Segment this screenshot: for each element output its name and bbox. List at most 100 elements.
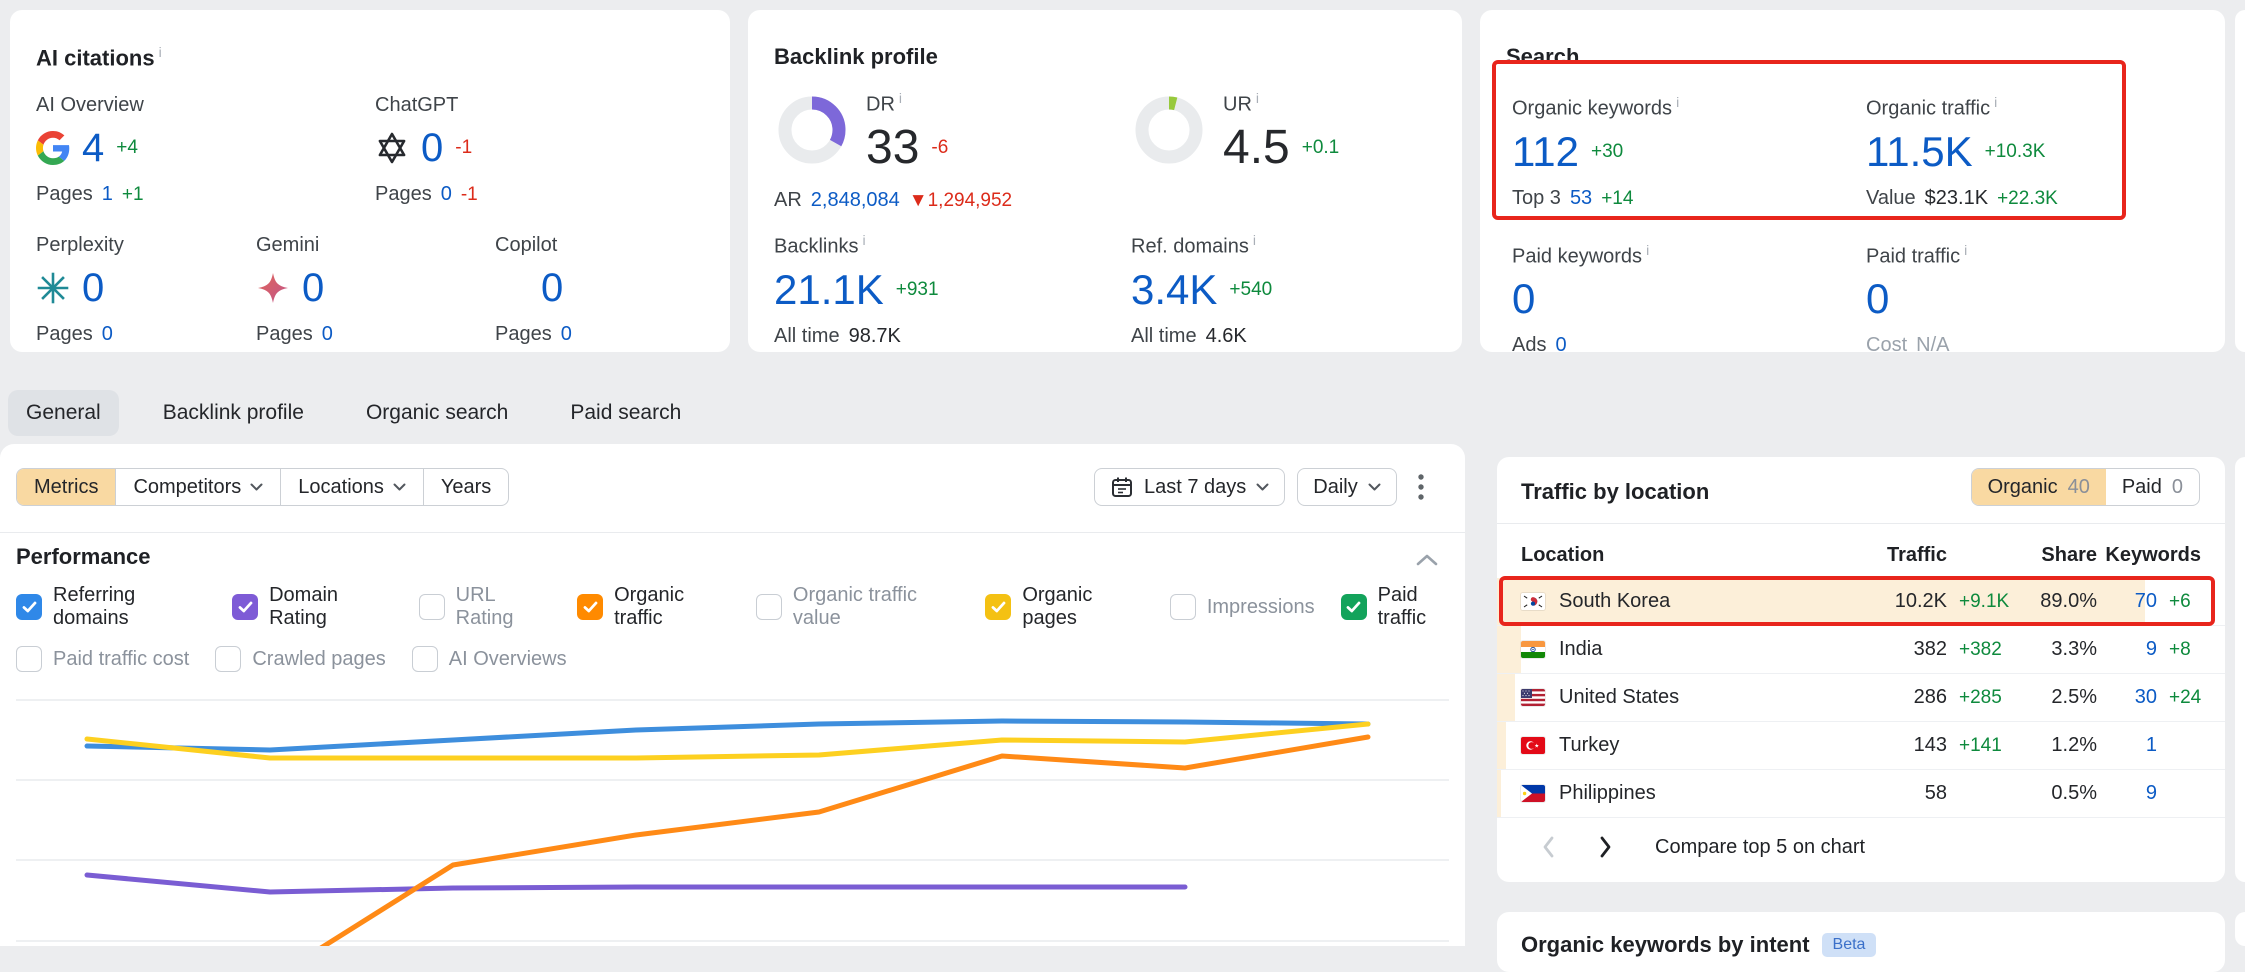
ai-metric-ai-overview: AI Overview4+4Pages1+1	[36, 94, 375, 206]
checkbox-impressions[interactable]: Impressions	[1170, 594, 1315, 620]
checkbox-organic-pages[interactable]: Organic pages	[985, 584, 1143, 630]
checkbox-box[interactable]	[215, 646, 241, 672]
beta-badge: Beta	[1822, 933, 1877, 957]
citations-count[interactable]: 4	[82, 126, 104, 171]
metric-value[interactable]: 0	[1866, 275, 1889, 323]
years-dropdown[interactable]: Years	[423, 469, 508, 505]
metric-label: Organic traffici	[1866, 94, 2058, 121]
toggle-count: 0	[2172, 476, 2183, 499]
checkbox-box[interactable]	[232, 594, 258, 620]
keywords-change: +8	[2157, 639, 2201, 661]
location-row-philippines[interactable]: Philippines580.5%9	[1497, 770, 2225, 818]
checkbox-label: Impressions	[1207, 596, 1315, 619]
keywords-count[interactable]: 1	[2097, 734, 2157, 757]
location-row-united-states[interactable]: United States286+2852.5%30+24	[1497, 674, 2225, 722]
pages-change: -1	[461, 184, 478, 206]
checkbox-box[interactable]	[16, 646, 42, 672]
checkbox-organic-traffic[interactable]: Organic traffic	[577, 584, 730, 630]
checkbox-box[interactable]	[1170, 594, 1196, 620]
search-metrics-grid: Organic keywordsi112+30Top 353+14Organic…	[1512, 94, 2058, 357]
location-table-header: LocationTrafficShareKeywords	[1521, 537, 2201, 573]
keywords-count[interactable]: 70	[2097, 590, 2157, 613]
pages-count[interactable]: 1	[102, 183, 113, 206]
col-keywords: Keywords	[2097, 544, 2201, 567]
checkmark-icon	[991, 601, 1006, 613]
more-options-button[interactable]	[1409, 468, 1433, 506]
share-value: 3.3%	[2007, 638, 2097, 661]
granularity-button[interactable]: Daily	[1297, 468, 1396, 506]
checkbox-box[interactable]	[985, 594, 1011, 620]
checkbox-box[interactable]	[756, 594, 782, 620]
metrics-segmented-control: MetricsCompetitorsLocationsYears	[16, 468, 509, 506]
pages-count[interactable]: 0	[561, 323, 572, 346]
backlinks-value[interactable]: 21.1K	[774, 266, 884, 314]
checkbox-box[interactable]	[412, 646, 438, 672]
citations-count[interactable]: 0	[302, 266, 324, 311]
checkbox-box[interactable]	[419, 594, 445, 620]
checkbox-domain-rating[interactable]: Domain Rating	[232, 584, 393, 630]
share-value: 0.5%	[2007, 782, 2097, 805]
location-row-south-korea[interactable]: South Korea10.2K+9.1K89.0%70+6	[1497, 578, 2225, 626]
checkbox-crawled-pages[interactable]: Crawled pages	[215, 646, 385, 672]
ahrefs-rank-value[interactable]: 2,848,084	[811, 189, 900, 212]
citations-count[interactable]: 0	[421, 126, 443, 171]
competitors-dropdown[interactable]: Competitors	[115, 469, 280, 505]
sub-value[interactable]: 0	[1555, 334, 1566, 357]
search-metric-organic-traffic: Organic traffici11.5K+10.3KValue$23.1K+2…	[1866, 94, 2058, 210]
overview-panel: MetricsCompetitorsLocationsYears Last 7 …	[0, 444, 1465, 946]
checkbox-box[interactable]	[16, 594, 42, 620]
checkmark-icon	[238, 601, 253, 613]
info-icon: i	[1253, 232, 1256, 248]
toggle-organic[interactable]: Organic40	[1972, 469, 2106, 505]
pages-count[interactable]: 0	[102, 323, 113, 346]
checkbox-organic-traffic-value[interactable]: Organic traffic value	[756, 584, 959, 630]
keywords-count[interactable]: 30	[2097, 686, 2157, 709]
traffic-value: 382	[1872, 638, 1947, 661]
checkbox-referring-domains[interactable]: Referring domains	[16, 584, 206, 630]
keywords-count[interactable]: 9	[2097, 782, 2157, 805]
location-row-india[interactable]: India382+3823.3%9+8	[1497, 626, 2225, 674]
pages-count[interactable]: 0	[441, 183, 452, 206]
ref-domains-value[interactable]: 3.4K	[1131, 266, 1217, 314]
checkbox-ai-overviews[interactable]: AI Overviews	[412, 646, 567, 672]
date-range-button[interactable]: Last 7 days	[1094, 468, 1285, 506]
pages-count[interactable]: 0	[322, 323, 333, 346]
metric-checkboxes: Referring domains Domain Rating URL Rating…	[16, 584, 1465, 672]
ur-label: URi	[1223, 90, 1339, 117]
citations-count[interactable]: 0	[82, 266, 104, 311]
location-row-turkey[interactable]: Turkey143+1411.2%1	[1497, 722, 2225, 770]
sub-value[interactable]: 53	[1570, 187, 1592, 210]
metric-value[interactable]: 0	[1512, 275, 1535, 323]
traffic-value: 143	[1872, 734, 1947, 757]
checkbox-url-rating[interactable]: URL Rating	[419, 584, 551, 630]
location-name: India	[1559, 638, 1602, 661]
ai-source-label: Gemini	[256, 234, 495, 257]
tab-general[interactable]: General	[8, 390, 119, 436]
checkbox-box[interactable]	[1341, 594, 1367, 620]
metrics-button[interactable]: Metrics	[17, 469, 115, 505]
keywords-count[interactable]: 9	[2097, 638, 2157, 661]
next-page-button[interactable]	[1598, 835, 1613, 859]
toggle-paid[interactable]: Paid0	[2106, 469, 2199, 505]
metric-value[interactable]: 11.5K	[1866, 128, 1973, 176]
tab-organic-search[interactable]: Organic search	[348, 390, 526, 436]
checkbox-paid-traffic[interactable]: Paid traffic	[1341, 584, 1465, 630]
tab-paid-search[interactable]: Paid search	[552, 390, 699, 436]
pages-line: Pages0-1	[375, 183, 478, 206]
change-value: +4	[116, 137, 138, 159]
checkbox-box[interactable]	[577, 594, 603, 620]
citations-count[interactable]: 0	[541, 266, 563, 311]
metric-value[interactable]: 112	[1512, 128, 1579, 176]
col-traffic: Traffic	[1872, 544, 1947, 567]
keywords-change: +24	[2157, 687, 2201, 709]
compare-top5-link[interactable]: Compare top 5 on chart	[1655, 836, 1865, 859]
ai-metric-perplexity: Perplexity0Pages0	[36, 234, 256, 346]
collapse-section-button[interactable]	[1415, 550, 1439, 573]
locations-dropdown[interactable]: Locations	[280, 469, 423, 505]
tab-backlink-profile[interactable]: Backlink profile	[145, 390, 322, 436]
ai-metrics-row-1: AI Overview4+4Pages1+1ChatGPT0-1Pages0-1	[36, 94, 478, 206]
date-controls: Last 7 days Daily	[1094, 468, 1433, 506]
checkbox-paid-traffic-cost[interactable]: Paid traffic cost	[16, 646, 189, 672]
traffic-change: +141	[1947, 735, 2007, 757]
info-icon: i	[1256, 90, 1259, 106]
